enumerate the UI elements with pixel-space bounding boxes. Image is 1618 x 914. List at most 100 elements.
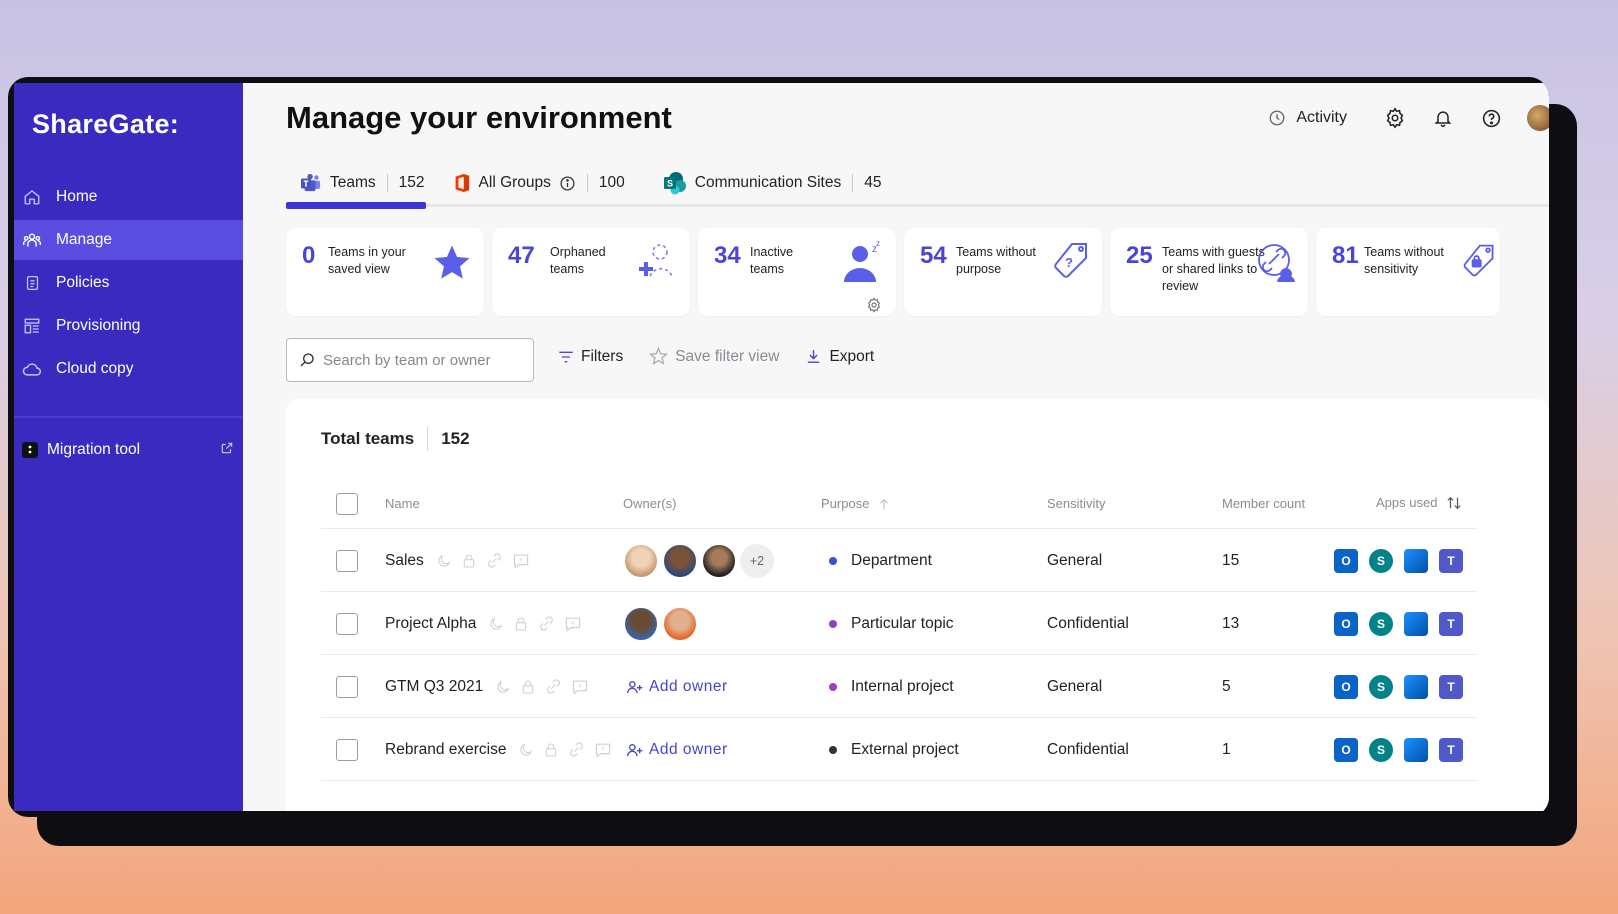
outlook-icon: O xyxy=(1334,737,1358,762)
home-icon xyxy=(22,187,42,207)
row-checkbox[interactable] xyxy=(336,592,358,655)
column-purpose[interactable]: Purpose xyxy=(821,496,889,511)
policies-icon xyxy=(22,273,42,293)
link-icon xyxy=(545,678,562,695)
avatar[interactable] xyxy=(623,605,659,642)
tab-teams[interactable]: Teams 152 xyxy=(286,165,439,201)
tab-count: 152 xyxy=(398,174,425,191)
avatar[interactable] xyxy=(662,605,698,642)
avatar[interactable] xyxy=(623,542,659,579)
row-checkbox[interactable] xyxy=(336,655,358,718)
purpose-dot xyxy=(829,556,837,565)
manage-icon xyxy=(22,230,42,250)
card-inactive[interactable]: 34 Inactive teams zz xyxy=(698,228,896,316)
lock-icon xyxy=(543,742,559,758)
search-input[interactable]: Search by team or owner xyxy=(286,338,534,382)
migration-tool-label: Migration tool xyxy=(47,441,141,458)
filters-button[interactable]: Filters xyxy=(558,348,623,366)
info-icon[interactable] xyxy=(559,175,576,192)
more-owners-badge[interactable]: +2 xyxy=(740,543,774,578)
card-label: Teams without purpose xyxy=(956,245,1036,276)
card-number: 81 xyxy=(1332,242,1359,269)
table-row[interactable]: Rebrand exercise Add owner External proj… xyxy=(321,718,1477,781)
column-member-count[interactable]: Member count xyxy=(1222,496,1305,511)
tab-count: 45 xyxy=(864,174,882,191)
chat-icon xyxy=(512,553,530,569)
sidebar-item-provisioning[interactable]: Provisioning xyxy=(14,306,243,346)
row-checkbox[interactable] xyxy=(336,718,358,781)
teams-icon xyxy=(300,173,322,193)
sidebar-item-label: Home xyxy=(56,188,98,205)
total-separator xyxy=(427,427,429,451)
search-icon xyxy=(300,353,314,367)
chat-icon xyxy=(594,742,612,758)
tab-communication-sites[interactable]: S Communication Sites 45 xyxy=(649,165,896,201)
column-apps-used[interactable]: Apps used xyxy=(1376,495,1461,510)
row-owners: Add owner xyxy=(627,718,728,781)
inactive-icon xyxy=(495,679,511,695)
card-label: Teams without sensitivity xyxy=(1364,245,1444,276)
inactive-icon xyxy=(488,616,504,632)
card-orphaned[interactable]: 47 Orphaned teams xyxy=(492,228,690,316)
table-row[interactable]: Sales +2 Department General 15 O S T xyxy=(321,529,1477,592)
row-apps: O S T xyxy=(1334,592,1474,655)
select-all-checkbox[interactable] xyxy=(336,493,358,515)
column-name[interactable]: Name xyxy=(385,496,420,511)
lock-icon xyxy=(513,616,529,632)
export-button[interactable]: Export xyxy=(805,348,874,366)
user-avatar[interactable] xyxy=(1527,105,1549,131)
lock-icon xyxy=(520,679,536,695)
add-owner-button[interactable]: Add owner xyxy=(627,741,728,759)
planner-icon xyxy=(1404,548,1428,573)
row-owners: Add owner xyxy=(627,655,728,718)
outlook-icon: O xyxy=(1334,611,1358,636)
inactive-icon xyxy=(436,553,452,569)
card-saved-view[interactable]: 0 Teams in your saved view xyxy=(286,228,484,316)
row-checkbox[interactable] xyxy=(336,529,358,592)
card-number: 25 xyxy=(1126,242,1153,269)
row-members: 5 xyxy=(1222,677,1231,695)
sidebar-item-manage[interactable]: Manage xyxy=(14,220,243,260)
orphaned-icon xyxy=(636,240,680,289)
migration-tool-link[interactable]: Migration tool xyxy=(22,435,234,465)
column-owners[interactable]: Owner(s) xyxy=(623,496,676,511)
sharepoint-icon: S xyxy=(663,171,687,195)
planner-icon xyxy=(1404,674,1428,699)
sidebar-item-home[interactable]: Home xyxy=(14,177,243,217)
add-user-icon xyxy=(627,680,643,693)
column-sensitivity[interactable]: Sensitivity xyxy=(1047,496,1106,511)
purpose-dot xyxy=(829,619,837,628)
tab-label: Teams xyxy=(330,174,376,191)
bell-icon[interactable] xyxy=(1431,106,1455,130)
sidebar-item-cloud-copy[interactable]: Cloud copy xyxy=(14,349,243,389)
activity-button[interactable]: Activity xyxy=(1268,109,1347,127)
chat-icon xyxy=(571,679,589,695)
card-label: Inactive teams xyxy=(750,245,794,276)
save-filter-label: Save filter view xyxy=(675,347,780,365)
gear-icon[interactable] xyxy=(866,297,882,318)
table-row[interactable]: Project Alpha Particular topic Confident… xyxy=(321,592,1477,655)
teams-icon: T xyxy=(1439,674,1463,699)
tab-all-groups[interactable]: All Groups 100 xyxy=(439,165,639,201)
save-filter-view-button[interactable]: Save filter view xyxy=(649,347,779,366)
team-name: Project Alpha xyxy=(385,614,477,632)
add-owner-button[interactable]: Add owner xyxy=(627,678,728,696)
card-guests-links[interactable]: 25 Teams with guests or shared links to … xyxy=(1110,228,1308,316)
gear-icon[interactable] xyxy=(1383,106,1407,130)
sidebar-item-label: Cloud copy xyxy=(56,360,134,377)
inactive-icon xyxy=(518,742,534,758)
tab-separator xyxy=(586,174,588,192)
card-without-purpose[interactable]: 54 Teams without purpose ? xyxy=(904,228,1102,316)
outlook-icon: O xyxy=(1334,674,1358,699)
avatar[interactable] xyxy=(662,542,698,579)
help-icon[interactable] xyxy=(1479,106,1503,130)
download-icon xyxy=(808,350,820,363)
row-sensitivity: General xyxy=(1047,677,1103,695)
avatar[interactable] xyxy=(701,542,737,579)
app-window: ShareGate: Home Manage Policies Provisio… xyxy=(8,77,1549,817)
sidebar-item-policies[interactable]: Policies xyxy=(14,263,243,303)
search-placeholder: Search by team or owner xyxy=(323,351,491,369)
card-without-sensitivity[interactable]: 81 Teams without sensitivity xyxy=(1316,228,1500,316)
table-row[interactable]: GTM Q3 2021 Add owner Internal project G… xyxy=(321,655,1477,718)
purpose-text: External project xyxy=(851,740,959,758)
